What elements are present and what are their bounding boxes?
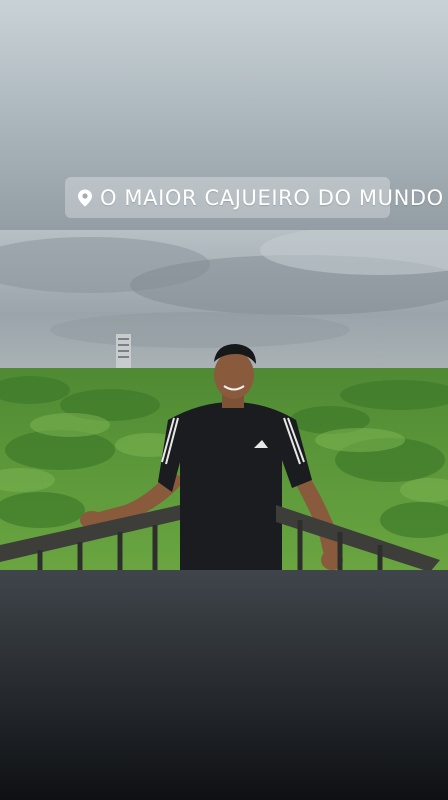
location-sticker-label: O MAIOR CAJUEIRO DO MUNDO <box>100 185 444 210</box>
location-sticker[interactable]: O MAIOR CAJUEIRO DO MUNDO <box>65 177 443 218</box>
location-pin-icon <box>77 189 93 207</box>
story-photo <box>0 230 448 570</box>
story-viewer: O MAIOR CAJUEIRO DO MUNDO <box>0 0 448 800</box>
bottom-background <box>0 570 448 800</box>
